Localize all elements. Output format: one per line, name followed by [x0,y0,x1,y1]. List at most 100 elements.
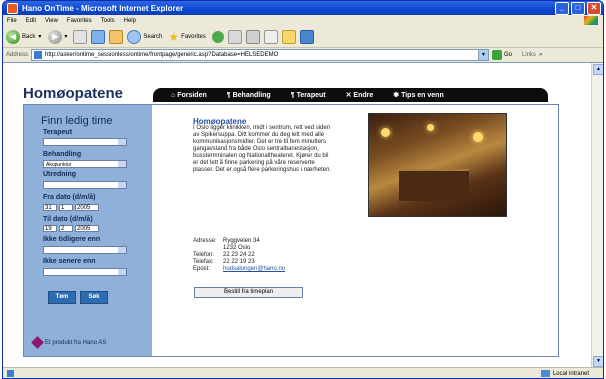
menu-tools[interactable]: Tools [101,18,115,24]
tom-button[interactable]: Tøm [48,291,76,304]
utredning-label: Utredning [43,171,77,178]
menu-view[interactable]: View [45,18,58,24]
til-year-input[interactable]: 2005 [75,225,99,232]
scroll-down-icon[interactable]: ▼ [593,356,603,367]
fra-month-input[interactable]: 1 [59,204,73,211]
maximize-button[interactable]: □ [571,1,585,15]
minimize-button[interactable]: _ [555,1,569,15]
windows-logo-icon [584,16,598,25]
hano-logo-icon [31,336,44,349]
address-input[interactable]: http://asker/ontime_sessionless/ontime/f… [31,48,480,61]
menu-bar: File Edit View Favorites Tools Help [3,15,603,26]
menu-favorites[interactable]: Favorites [67,18,92,24]
produkt-text: Et produkt fra Hano AS [45,339,107,346]
go-button[interactable]: Go [492,49,513,60]
til-dato-label: Til dato (d/m/å) [43,216,93,223]
stop-icon[interactable] [73,29,88,44]
print-icon[interactable] [263,29,278,44]
til-day-input[interactable]: 19 [43,225,57,232]
nav-tips[interactable]: ✾ Tips en venn [393,91,443,99]
back-button[interactable]: ◀ Back ▾ [3,29,41,44]
clinic-description: I Oslo ligger klinikken, midt i sentrum,… [193,125,332,173]
back-label: Back [22,33,36,40]
chevron-down-icon [118,269,126,275]
behandling-label: Behandling [43,151,82,158]
fra-dato-label: Fra dato (d/m/å) [43,194,96,201]
address-bar: Address http://asker/ontime_sessionless/… [3,48,603,61]
go-label: Go [504,51,513,58]
history-icon[interactable] [227,29,242,44]
clinic-photo [368,113,507,217]
telefon-label: Telefon: [193,252,215,258]
star-icon: ★ [168,29,180,44]
search-icon [127,29,142,44]
address-dropdown-icon[interactable]: ▾ [478,48,490,61]
nav-endre[interactable]: ✕ Endre [346,91,374,99]
status-bar: Local intranet [3,367,603,378]
telefax-label: Telefax: [193,259,214,265]
mail-icon[interactable] [245,29,260,44]
fra-day-input[interactable]: 31 [43,204,57,211]
media-icon[interactable] [211,30,224,43]
chevron-down-icon [118,161,126,167]
bestill-button[interactable]: Bestill fra timeplan [194,287,303,298]
page-icon [34,50,43,59]
app-icon [7,2,18,14]
toolbar: ◀ Back ▾ ▶ ▾ Search ★ Favorites [3,26,603,48]
favorites-label: Favorites [181,33,206,40]
folder-icon[interactable] [281,29,296,44]
links-label[interactable]: Links [522,52,536,58]
go-arrow-icon [492,49,503,60]
sok-button[interactable]: Søk [80,291,108,304]
window-title: Hano OnTime - Microsoft Internet Explore… [22,3,184,13]
home-icon[interactable] [109,29,124,44]
til-month-input[interactable]: 2 [59,225,73,232]
site-nav: ⌂ Forsiden ¶ Behandling ¶ Terapeut ✕ End… [153,88,548,102]
address-label: Address [6,51,29,58]
nav-terapeut[interactable]: ¶ Terapeut [291,92,326,99]
produkt-link[interactable]: Et produkt fra Hano AS [31,336,107,349]
forward-button[interactable]: ▶ ▾ [45,29,67,44]
senere-select[interactable] [43,268,127,276]
messenger-icon[interactable] [299,29,314,44]
contact-info: Adresse: Ryggveien 34 1232 Oslo Telefon: 2… [193,238,285,273]
browser-window: Hano OnTime - Microsoft Internet Explore… [2,0,604,379]
terapeut-select[interactable] [43,138,127,146]
favorites-button[interactable]: ★ Favorites [166,30,205,44]
back-arrow-icon: ◀ [6,29,20,44]
fra-year-input[interactable]: 2005 [75,204,99,211]
menu-file[interactable]: File [7,18,17,24]
main-content: Homøopatene I Oslo ligger klinikken, mid… [164,105,554,356]
vertical-scrollbar[interactable]: ▲ ▼ [591,63,603,368]
address-url: http://asker/ontime_sessionless/ontime/f… [45,51,279,58]
behandling-select[interactable]: Akupunktur [43,160,127,168]
search-sidebar: Finn ledig time Terapeut Behandling Akup… [24,105,152,356]
refresh-icon[interactable] [91,29,106,44]
menu-help[interactable]: Help [124,18,136,24]
adresse-label: Adresse: [193,238,217,244]
search-button[interactable]: Search [125,29,163,44]
epost-link[interactable]: hudsalongen@hano.no [223,266,285,273]
scroll-up-icon[interactable]: ▲ [593,64,603,75]
close-button[interactable]: ✕ [587,1,601,15]
title-bar: Hano OnTime - Microsoft Internet Explore… [3,1,603,15]
menu-edit[interactable]: Edit [26,18,36,24]
tidligere-label: Ikke tidligere enn [43,236,101,243]
telefon-value: 22 23 24 22 [223,252,255,258]
nav-behandling[interactable]: ¶ Behandling [227,92,271,99]
chevron-down-icon [118,182,126,188]
adresse-line1: Ryggveien 34 [223,238,260,244]
zone-label: Local intranet [552,370,589,377]
site-brand[interactable]: Homøopatene [23,85,123,102]
adresse-line2: 1232 Oslo [223,245,251,251]
senere-label: Ikke senere enn [43,258,96,265]
chevron-down-icon [118,247,126,253]
utredning-select[interactable] [43,181,127,189]
nav-forsiden[interactable]: ⌂ Forsiden [171,92,207,99]
search-label: Search [143,33,163,40]
sidebar-heading: Finn ledig time [41,115,113,127]
tidligere-select[interactable] [43,246,127,254]
epost-label: Epost: [193,266,211,272]
chevron-down-icon [118,139,126,145]
forward-arrow-icon: ▶ [48,29,63,44]
